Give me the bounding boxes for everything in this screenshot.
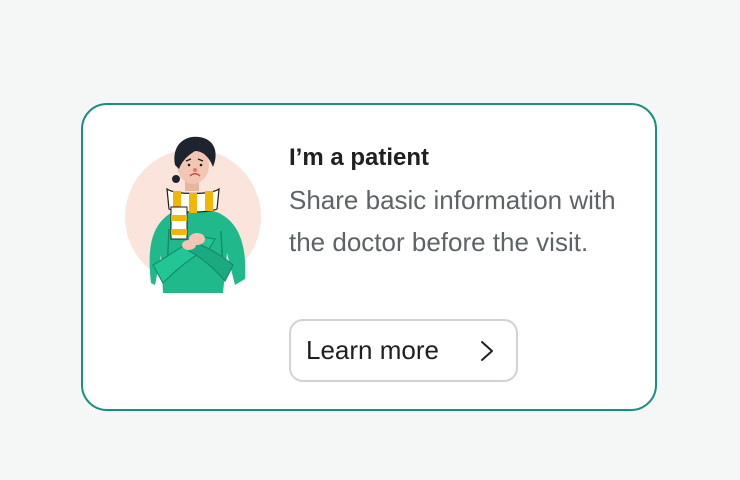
chevron-right-icon [480,340,494,362]
card-text: I’m a patient Share basic information wi… [289,143,629,263]
learn-more-label: Learn more [306,335,439,365]
card-title: I’m a patient [289,144,430,171]
patient-illustration [123,133,263,295]
learn-more-button[interactable]: Learn more [289,319,518,382]
patient-option-card[interactable]: I’m a patient Share basic information wi… [81,103,657,411]
card-description: Share basic information with the doctor … [289,185,616,257]
